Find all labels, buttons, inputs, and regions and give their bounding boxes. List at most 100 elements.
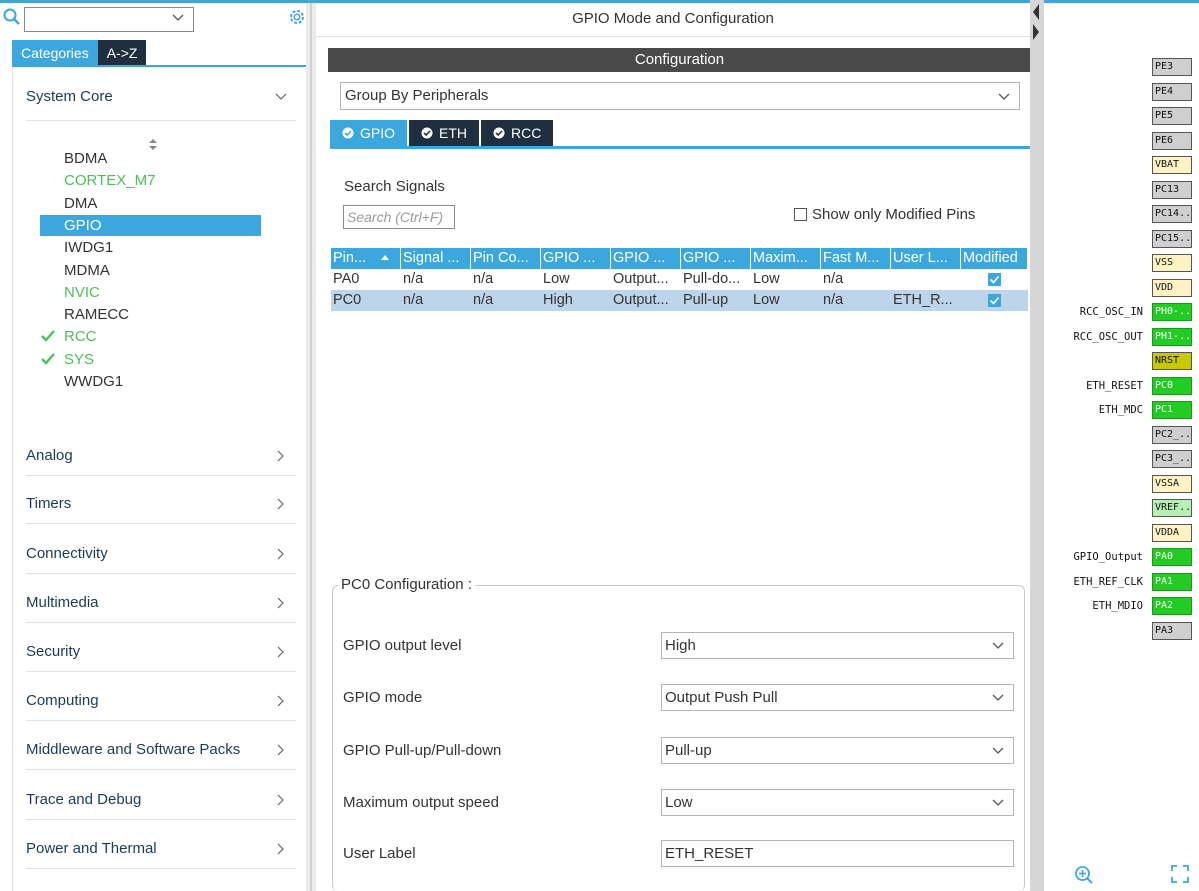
- tab-a-z[interactable]: A->Z: [97, 40, 147, 65]
- pin-pe5[interactable]: PE5: [1152, 107, 1192, 125]
- property-select[interactable]: Low: [661, 789, 1014, 816]
- system-core-item-cortex_m7[interactable]: CORTEX_M7: [40, 170, 261, 191]
- chevron-right-icon: [277, 794, 284, 806]
- modified-checkbox[interactable]: [988, 294, 1001, 307]
- pin-pa3[interactable]: PA3: [1152, 621, 1192, 640]
- pin-vref[interactable]: VREF..: [1152, 499, 1192, 517]
- column-header[interactable]: Pin Co...: [471, 248, 541, 269]
- pin-pe3[interactable]: PE3: [1152, 58, 1192, 76]
- category-trace-and-debug[interactable]: Trace and Debug: [26, 789, 288, 813]
- system-core-item-wwdg1[interactable]: WWDG1: [40, 371, 261, 392]
- system-core-item-sys[interactable]: SYS: [40, 349, 261, 370]
- pin-pc14[interactable]: PC14..: [1152, 205, 1192, 223]
- property-label: User Label: [343, 845, 416, 862]
- pin-pe4[interactable]: PE4: [1152, 82, 1192, 101]
- pin-pc3[interactable]: PC3_..: [1152, 450, 1192, 468]
- pin-pc0[interactable]: PC0: [1152, 376, 1192, 395]
- tab-eth[interactable]: ETH: [409, 120, 482, 146]
- pin-pa1[interactable]: PA1: [1152, 572, 1192, 591]
- category-computing[interactable]: Computing: [26, 690, 288, 714]
- left-splitter[interactable]: [306, 3, 316, 891]
- category-security[interactable]: Security: [26, 641, 288, 665]
- right-splitter[interactable]: [1030, 0, 1044, 891]
- column-header[interactable]: Maxim...: [751, 248, 821, 269]
- property-select[interactable]: High: [661, 632, 1014, 659]
- system-core-item-nvic[interactable]: NVIC: [40, 282, 261, 303]
- group-by-select[interactable]: Group By Peripherals: [340, 82, 1020, 110]
- column-header[interactable]: Modified: [961, 248, 1028, 269]
- pin-vdd[interactable]: VDD: [1152, 278, 1192, 297]
- tab-categories[interactable]: Categories: [12, 40, 98, 65]
- pin-pe6[interactable]: PE6: [1152, 131, 1192, 150]
- table-cell: Pull-do...: [683, 271, 741, 287]
- column-header[interactable]: GPIO ...: [541, 248, 611, 269]
- system-core-item-bdma[interactable]: BDMA: [40, 148, 261, 169]
- user-label-input[interactable]: ETH_RESET: [661, 840, 1014, 867]
- pin-pc2[interactable]: PC2_..: [1152, 425, 1192, 444]
- check-icon: [989, 296, 1000, 305]
- property-value: ETH_RESET: [665, 845, 754, 862]
- column-header[interactable]: Fast M...: [821, 248, 891, 269]
- category-search-input[interactable]: [24, 7, 194, 32]
- table-cell: Output...: [613, 271, 669, 287]
- tab-rcc-label: RCC: [511, 125, 542, 141]
- category-timers[interactable]: Timers: [26, 493, 288, 517]
- pin-vss[interactable]: VSS: [1152, 254, 1192, 272]
- check-icon: [41, 352, 55, 365]
- check-circle-icon: [421, 127, 433, 139]
- search-icon[interactable]: [2, 7, 22, 27]
- pin-pc13[interactable]: PC13: [1152, 180, 1192, 199]
- category-label: Power and Thermal: [26, 840, 157, 857]
- pin-signal-label: ETH_MDC: [1098, 404, 1143, 416]
- modified-checkbox[interactable]: [988, 273, 1001, 286]
- pin-nrst[interactable]: NRST: [1152, 352, 1192, 370]
- show-modified-pins-label: Show only Modified Pins: [812, 206, 976, 223]
- collapse-arrows-icon[interactable]: [1031, 2, 1043, 42]
- system-core-item-ramecc[interactable]: RAMECC: [40, 304, 261, 325]
- pin-vdda[interactable]: VDDA: [1152, 523, 1192, 542]
- table-row[interactable]: PC0 n/a n/a High Output... Pull-up Low n/a ETH_R…: [331, 290, 1028, 311]
- system-core-item-gpio[interactable]: GPIO: [40, 214, 261, 236]
- property-select[interactable]: Output Push Pull: [661, 684, 1014, 711]
- pin-ph0[interactable]: PH0-..: [1152, 303, 1192, 321]
- table-row[interactable]: PA0 n/a n/a Low Output... Pull-do... Low n/a: [331, 269, 1028, 290]
- category-power-and-thermal[interactable]: Power and Thermal: [26, 838, 288, 862]
- tab-rcc[interactable]: RCC: [481, 120, 556, 146]
- pin-pc15[interactable]: PC15..: [1152, 229, 1192, 248]
- checkbox-box[interactable]: [794, 208, 807, 221]
- system-core-item-rcc[interactable]: RCC: [40, 326, 261, 347]
- search-signals-input[interactable]: Search (Ctrl+F): [343, 205, 455, 229]
- pin-vbat[interactable]: VBAT: [1152, 156, 1192, 174]
- gear-icon[interactable]: [288, 8, 306, 26]
- column-header[interactable]: GPIO ...: [611, 248, 681, 269]
- zoom-in-icon[interactable]: [1074, 865, 1094, 885]
- column-header[interactable]: User L...: [891, 248, 961, 269]
- chevron-down-icon[interactable]: [171, 11, 185, 25]
- category-multimedia[interactable]: Multimedia: [26, 592, 288, 616]
- column-header[interactable]: GPIO ...: [681, 248, 751, 269]
- category-analog[interactable]: Analog: [26, 445, 288, 469]
- sort-ascending-icon[interactable]: [380, 253, 390, 263]
- pin-pa0[interactable]: PA0: [1152, 548, 1192, 566]
- category-separator: [26, 819, 296, 820]
- column-header[interactable]: Signal ...: [401, 248, 471, 269]
- column-header[interactable]: Pin...: [331, 248, 401, 269]
- category-separator: [26, 769, 296, 770]
- category-connectivity[interactable]: Connectivity: [26, 543, 288, 567]
- pin-vssa[interactable]: VSSA: [1152, 474, 1192, 493]
- system-core-item-label: RCC: [64, 328, 97, 346]
- pin-pa2[interactable]: PA2: [1152, 597, 1192, 615]
- category-system-core[interactable]: System Core: [26, 86, 288, 110]
- system-core-item-dma[interactable]: DMA: [40, 193, 261, 214]
- system-core-item-iwdg1[interactable]: IWDG1: [40, 237, 261, 258]
- fit-screen-icon[interactable]: [1171, 865, 1189, 883]
- pin-ph1[interactable]: PH1-..: [1152, 327, 1192, 346]
- system-core-item-mdma[interactable]: MDMA: [40, 260, 261, 281]
- show-modified-pins-checkbox[interactable]: Show only Modified Pins: [794, 205, 975, 225]
- property-select[interactable]: Pull-up: [661, 737, 1014, 764]
- tab-eth-label: ETH: [439, 125, 468, 141]
- tab-gpio[interactable]: GPIO: [330, 120, 410, 146]
- pin-pc1[interactable]: PC1: [1152, 401, 1192, 419]
- category-middleware-and-software-packs[interactable]: Middleware and Software Packs: [26, 739, 288, 763]
- property-value: High: [665, 637, 696, 654]
